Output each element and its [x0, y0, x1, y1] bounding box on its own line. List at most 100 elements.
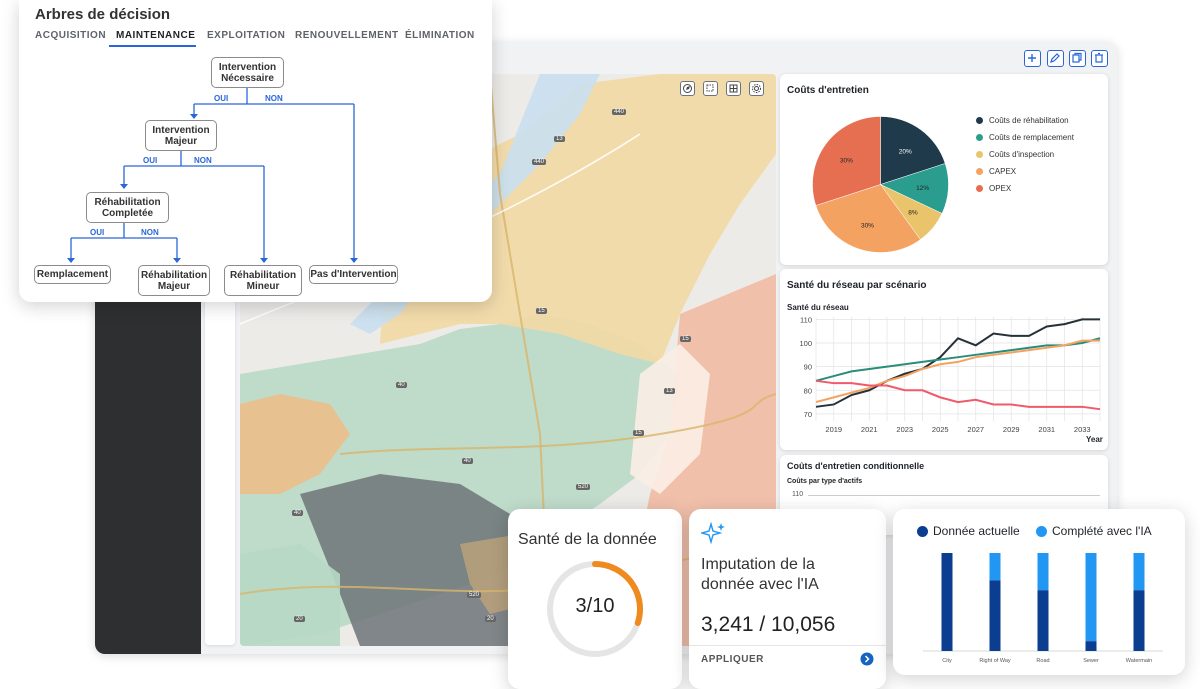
road-label: 15 [633, 430, 644, 436]
conditional-ytick: 110 [792, 491, 804, 498]
legend-label: OPEX [989, 184, 1012, 193]
grid-button[interactable] [726, 81, 741, 96]
x-tick-label: 2019 [825, 425, 842, 434]
left-panel [205, 300, 235, 645]
legend-label: Coûts d'inspection [989, 150, 1055, 159]
road-label: 13 [554, 136, 565, 142]
bar-segment-current [1037, 590, 1049, 651]
road-label: 520 [467, 592, 482, 598]
pie-chart: 20% 12% 8% 30% 30% [812, 116, 949, 253]
road-label: 15 [536, 308, 547, 314]
legend-swatch [976, 185, 983, 192]
delete-button[interactable] [1091, 50, 1108, 67]
no-label: NON [265, 94, 283, 103]
cursor-select-icon [706, 84, 714, 92]
x-tick-label: Right of Way [979, 658, 1011, 664]
grid-icon [729, 84, 738, 93]
y-tick-label: 70 [804, 410, 812, 419]
x-tick-label: Road [1036, 658, 1049, 664]
pencil-icon [1050, 53, 1060, 63]
legend-ai-swatch [1036, 525, 1047, 537]
node-rehabilitation-completee[interactable]: Réhabilitation Completée [86, 192, 169, 223]
ai-imputation-card: Imputation de la donnée avec l'IA 3,241 … [689, 509, 886, 689]
road-label: 20 [485, 616, 496, 622]
node-rehabilitation-majeur[interactable]: Réhabilitation Majeur [138, 265, 210, 296]
pie-legend-item: OPEX [976, 184, 1011, 193]
road-label: 40 [462, 458, 473, 464]
legend-swatch [976, 117, 983, 124]
x-tick-label: 2025 [932, 425, 949, 434]
legend-ai-label: Complété avec l'IA [1052, 524, 1152, 538]
compass-button[interactable] [680, 81, 695, 96]
bar-segment-current [941, 553, 953, 651]
network-panel: Santé du réseau par scénario Santé du ré… [780, 269, 1108, 450]
pie-value-label: 8% [908, 209, 918, 216]
legend-current: Donnée actuelle [917, 524, 1020, 538]
legend-swatch [976, 134, 983, 141]
x-tick-label: 2021 [861, 425, 878, 434]
add-button[interactable] [1024, 50, 1041, 67]
network-xlabel: Year [1086, 435, 1103, 444]
bar-segment-ai [1037, 553, 1049, 591]
data-health-value: 3/10 [575, 595, 615, 617]
yes-label: OUI [214, 94, 229, 103]
y-tick-label: 90 [804, 363, 812, 372]
sidebar [95, 300, 201, 654]
ai-imputation-count: 3,241 / 10,056 [701, 613, 836, 636]
legend-label: Coûts de réhabilitation [989, 116, 1069, 125]
legend-current-swatch [917, 525, 928, 537]
node-remplacement[interactable]: Remplacement [34, 265, 111, 284]
settings-icon [752, 84, 761, 93]
arrow-right-icon[interactable] [860, 652, 874, 666]
no-label: NON [141, 228, 159, 237]
x-tick-label: 2023 [896, 425, 913, 434]
road-label: 440 [612, 109, 627, 115]
costs-title: Coûts d'entretien [787, 85, 869, 96]
plus-icon [1028, 54, 1036, 62]
x-tick-label: 2033 [1074, 425, 1091, 434]
layers-button[interactable] [749, 81, 764, 96]
y-tick-label: 80 [804, 386, 812, 395]
bar-segment-current [1085, 641, 1097, 651]
y-tick-label: 110 [800, 315, 812, 324]
y-tick-label: 100 [799, 339, 812, 348]
bar-segment-ai [1085, 553, 1097, 642]
pie-legend-item: Coûts de remplacement [976, 133, 1074, 142]
legend-current-label: Donnée actuelle [933, 524, 1020, 538]
pie-value-label: 12% [916, 185, 929, 192]
road-label: 520 [576, 484, 591, 490]
pie-value-label: 30% [840, 158, 853, 165]
bar-segment-ai [1133, 553, 1145, 591]
pie-legend-item: CAPEX [976, 167, 1016, 176]
x-tick-label: City [942, 658, 952, 664]
x-tick-label: 2031 [1038, 425, 1055, 434]
bar-segment-current [1133, 590, 1145, 651]
road-label: 20 [294, 616, 305, 622]
legend-label: Coûts de remplacement [989, 133, 1074, 142]
ai-imputation-title: Imputation de la donnée avec l'IA [701, 556, 819, 593]
legend-label: CAPEX [989, 167, 1017, 176]
conditional-title: Coûts d'entretien conditionnelle [787, 461, 925, 471]
conditional-subtitle: Coûts par type d'actifs [787, 478, 863, 485]
pie-legend-item: Coûts de réhabilitation [976, 116, 1069, 125]
edit-button[interactable] [1047, 50, 1064, 67]
select-button[interactable] [703, 81, 718, 96]
trash-icon [1095, 52, 1103, 63]
bar-segment-ai [989, 553, 1001, 581]
line-chart: 110 100 90 80 70 2019 2021 2023 2025 2027 2029 2031… [799, 315, 1101, 434]
pie-value-label: 20% [899, 148, 912, 155]
compass-icon [683, 84, 692, 93]
node-intervention-necessaire[interactable]: Intervention Nécessaire [211, 57, 284, 88]
node-rehabilitation-mineur[interactable]: Réhabilitation Mineur [224, 265, 302, 296]
node-intervention-majeur[interactable]: Intervention Majeur [145, 120, 217, 151]
apply-button[interactable]: APPLIQUER [701, 654, 764, 665]
copy-button[interactable] [1069, 50, 1086, 67]
road-label: 440 [532, 159, 547, 165]
no-label: NON [194, 156, 212, 165]
x-tick-label: Sewer [1083, 658, 1099, 664]
data-health-card: Santé de la donnée 3/10 [508, 509, 682, 689]
road-label: 13 [664, 388, 675, 394]
pie-legend-item: Coûts d'inspection [976, 150, 1054, 159]
road-label: 15 [680, 336, 691, 342]
node-pas-intervention[interactable]: Pas d'Intervention [309, 265, 398, 284]
